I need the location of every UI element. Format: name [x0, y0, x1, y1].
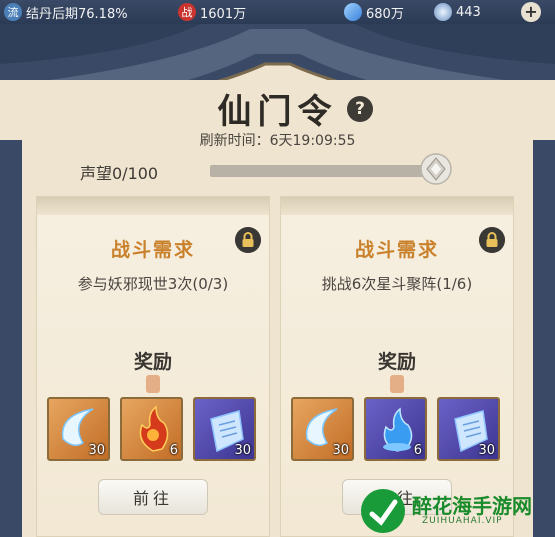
seal-ornament-icon: [390, 375, 404, 393]
reward-items: 30 6 30: [291, 397, 505, 463]
reputation-bar: [210, 165, 432, 177]
reward-count: 30: [478, 443, 495, 458]
card-header-band: [281, 197, 513, 215]
watermark-logo-icon: [361, 489, 405, 533]
swirl-coin-icon: [434, 3, 452, 21]
status-bar: 流 结丹后期76.18% 战 1601万 680万 443 +: [0, 0, 555, 24]
realm-display[interactable]: 流 结丹后期76.18%: [4, 0, 128, 24]
reward-count: 6: [169, 443, 178, 458]
reward-count: 30: [332, 443, 349, 458]
quest-requirement: 参与妖邪现世3次(0/3): [77, 275, 229, 293]
watermark-url: ZUIHUAHAI.VIP: [422, 516, 503, 526]
spirit-stone-icon: [344, 3, 362, 21]
reward-item[interactable]: 30: [193, 397, 256, 461]
combat-icon: 战: [178, 3, 196, 21]
seal-ornament-icon: [146, 375, 160, 393]
go-button[interactable]: 前往: [98, 479, 208, 515]
reward-item[interactable]: 30: [47, 397, 110, 461]
realm-progress-text: 结丹后期76.18%: [26, 6, 128, 22]
quest-title: 战斗需求: [354, 239, 439, 261]
reward-item[interactable]: 30: [291, 397, 354, 461]
add-currency-button[interactable]: +: [521, 2, 541, 22]
reward-heading: 奖励: [377, 351, 416, 373]
quest-requirement: 挑战6次星斗聚阵(1/6): [321, 275, 473, 293]
reward-items: 30 6 30: [47, 397, 261, 463]
spirit-stone-display[interactable]: 680万: [344, 0, 404, 24]
refresh-timer: 刷新时间：6天19:09:55: [199, 133, 356, 149]
page-title: 仙门令: [217, 92, 338, 132]
frame-right: [533, 140, 555, 537]
coin-display[interactable]: 443: [434, 0, 481, 24]
frame-left: [0, 140, 22, 537]
reward-heading: 奖励: [133, 351, 172, 373]
realm-icon: 流: [4, 3, 22, 21]
quest-title: 战斗需求: [110, 239, 195, 261]
reward-count: 30: [234, 443, 251, 458]
combat-power-value: 1601万: [200, 6, 247, 22]
reward-item[interactable]: 30: [437, 397, 500, 461]
reputation-chest-icon[interactable]: [419, 152, 453, 186]
watermark-name: 醉花海手游网: [412, 494, 532, 518]
combat-power-display[interactable]: 战 1601万: [178, 0, 246, 24]
reward-item[interactable]: 6: [364, 397, 427, 461]
site-watermark: 醉花海手游网 ZUIHUAHAI.VIP: [352, 484, 555, 537]
quest-card-left: 战斗需求 参与妖邪现世3次(0/3) 奖励 30 6 30 前往: [36, 196, 270, 537]
spirit-stone-value: 680万: [366, 6, 404, 22]
reputation-label: 声望0/100: [80, 164, 159, 183]
reward-item[interactable]: 6: [120, 397, 183, 461]
reward-count: 30: [88, 443, 105, 458]
card-header-band: [37, 197, 269, 215]
reward-count: 6: [413, 443, 422, 458]
help-button[interactable]: ?: [347, 96, 373, 122]
coin-value: 443: [456, 4, 481, 20]
